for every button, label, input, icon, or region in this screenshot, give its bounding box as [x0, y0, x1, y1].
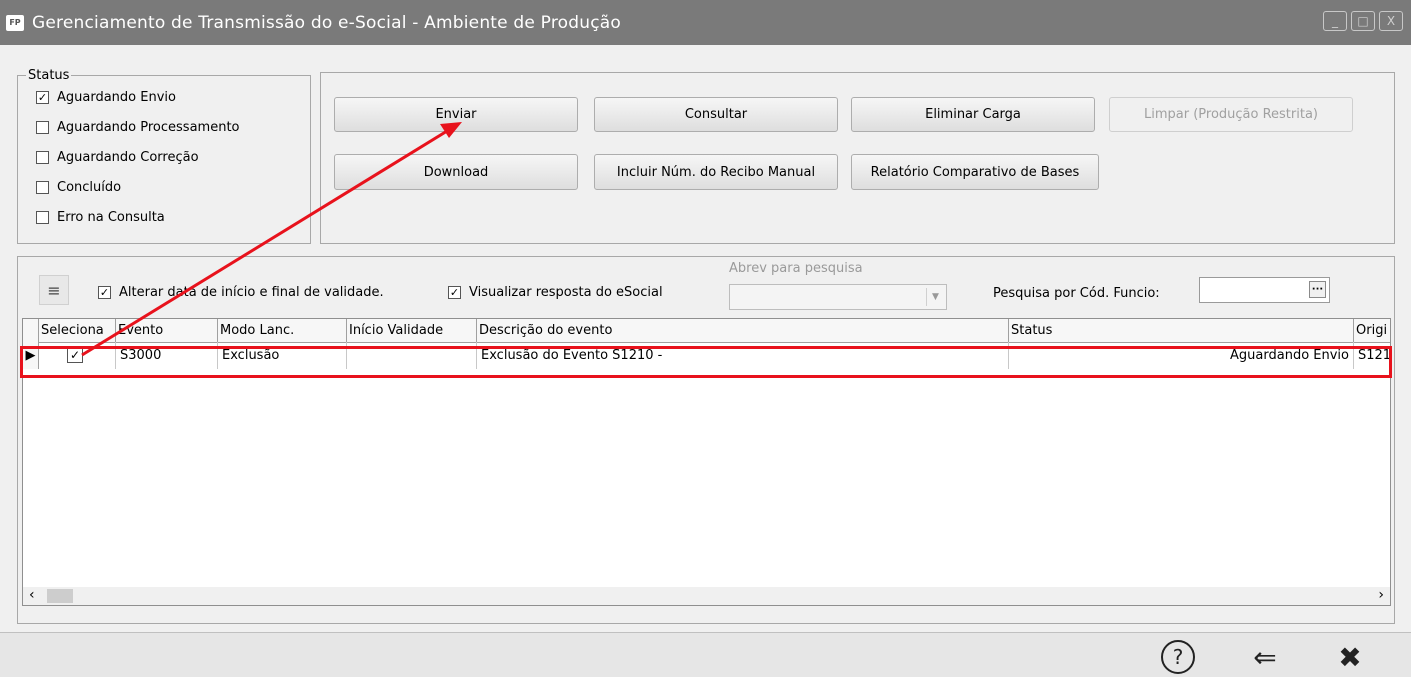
eliminar-carga-button[interactable]: Eliminar Carga — [851, 97, 1095, 132]
status-group: Status ✓ Aguardando Envio Aguardando Pro… — [17, 68, 311, 244]
option-label: Alterar data de início e final de valida… — [119, 285, 384, 300]
status-label: Concluído — [57, 180, 122, 195]
checkbox[interactable]: ✓ — [36, 91, 49, 104]
scroll-thumb[interactable] — [47, 589, 73, 603]
option-label: Visualizar resposta do eSocial — [469, 285, 663, 300]
ellipsis-button[interactable]: ··· — [1309, 281, 1326, 298]
chevron-down-icon[interactable]: ▼ — [926, 288, 944, 306]
status-aguardando-correcao[interactable]: Aguardando Correção — [36, 150, 199, 165]
visualizar-resposta-option[interactable]: ✓ Visualizar resposta do eSocial — [448, 285, 663, 300]
cell-status: Aguardando Envio — [1009, 342, 1354, 369]
relatorio-button[interactable]: Relatório Comparativo de Bases — [851, 154, 1099, 190]
pesquisa-label: Pesquisa por Cód. Funcio: — [993, 286, 1160, 301]
header-seleciona[interactable]: Seleciona — [39, 319, 116, 342]
header-status[interactable]: Status — [1009, 319, 1354, 342]
status-erro-consulta[interactable]: Erro na Consulta — [36, 210, 165, 225]
header-descricao[interactable]: Descrição do evento — [477, 319, 1009, 342]
cell-seleciona[interactable]: ✓ — [39, 342, 116, 369]
consultar-button[interactable]: Consultar — [594, 97, 838, 132]
app-icon: FP — [6, 14, 24, 31]
cell-origem: S121 — [1354, 342, 1390, 369]
checkbox[interactable]: ✓ — [98, 286, 111, 299]
cell-descricao: Exclusão do Evento S1210 - — [477, 342, 1009, 369]
row-checkbox[interactable]: ✓ — [67, 348, 83, 363]
close-icon[interactable]: ✖ — [1330, 639, 1370, 675]
incluir-recibo-button[interactable]: Incluir Núm. do Recibo Manual — [594, 154, 838, 190]
back-icon[interactable]: ⇐ — [1245, 639, 1285, 675]
abrev-select[interactable]: ▼ — [729, 284, 947, 310]
close-window-button[interactable]: X — [1379, 11, 1403, 31]
footer-bar: ? ⇐ ✖ — [0, 632, 1411, 677]
status-label: Aguardando Envio — [57, 90, 176, 105]
minimize-button[interactable]: _ — [1323, 11, 1347, 31]
grid-header: Seleciona Evento Modo Lanc. Início Valid… — [23, 319, 1390, 343]
scroll-left-icon[interactable]: ‹ — [29, 587, 35, 603]
pesquisa-input[interactable]: ··· — [1199, 277, 1330, 303]
header-inicio[interactable]: Início Validade — [347, 319, 477, 342]
checkbox[interactable] — [36, 121, 49, 134]
cell-inicio — [347, 342, 477, 369]
header-indicator — [23, 319, 39, 342]
table-row[interactable]: ▶ ✓ S3000 Exclusão Exclusão do Evento S1… — [23, 342, 1390, 369]
status-aguardando-envio[interactable]: ✓ Aguardando Envio — [36, 90, 176, 105]
status-label: Aguardando Correção — [57, 150, 199, 165]
row-indicator-icon: ▶ — [23, 342, 39, 369]
events-panel: ≡ ✓ Alterar data de início e final de va… — [17, 256, 1395, 624]
window-title: Gerenciamento de Transmissão do e-Social… — [32, 12, 621, 33]
checkbox[interactable] — [36, 211, 49, 224]
status-concluido[interactable]: Concluído — [36, 180, 121, 195]
title-bar: FP Gerenciamento de Transmissão do e-Soc… — [0, 0, 1411, 45]
actions-panel: Enviar Consultar Eliminar Carga Limpar (… — [320, 72, 1395, 244]
status-aguardando-processamento[interactable]: Aguardando Processamento — [36, 120, 240, 135]
help-glyph: ? — [1161, 640, 1195, 674]
download-button[interactable]: Download — [334, 154, 578, 190]
status-legend: Status — [28, 68, 70, 83]
checkbox[interactable]: ✓ — [448, 286, 461, 299]
main-area: Status ✓ Aguardando Envio Aguardando Pro… — [0, 45, 1411, 632]
header-evento[interactable]: Evento — [116, 319, 218, 342]
checkbox[interactable] — [36, 181, 49, 194]
maximize-button[interactable]: □ — [1351, 11, 1375, 31]
window-controls: _ □ X — [1323, 11, 1403, 31]
scroll-right-icon[interactable]: › — [1378, 587, 1384, 603]
cell-evento: S3000 — [116, 342, 218, 369]
status-label: Erro na Consulta — [57, 210, 165, 225]
status-label: Aguardando Processamento — [57, 120, 240, 135]
abrev-label: Abrev para pesquisa — [729, 261, 863, 276]
header-origem[interactable]: Origi — [1354, 319, 1390, 342]
cell-modo: Exclusão — [218, 342, 347, 369]
limpar-button[interactable]: Limpar (Produção Restrita) — [1109, 97, 1353, 132]
alterar-data-option[interactable]: ✓ Alterar data de início e final de vali… — [98, 285, 384, 300]
events-grid[interactable]: Seleciona Evento Modo Lanc. Início Valid… — [22, 318, 1391, 606]
enviar-button[interactable]: Enviar — [334, 97, 578, 132]
header-modo[interactable]: Modo Lanc. — [218, 319, 347, 342]
help-icon[interactable]: ? — [1158, 639, 1198, 675]
select-all-icon[interactable]: ≡ — [39, 275, 69, 305]
horizontal-scrollbar[interactable]: ‹ › — [23, 587, 1390, 605]
checkbox[interactable] — [36, 151, 49, 164]
